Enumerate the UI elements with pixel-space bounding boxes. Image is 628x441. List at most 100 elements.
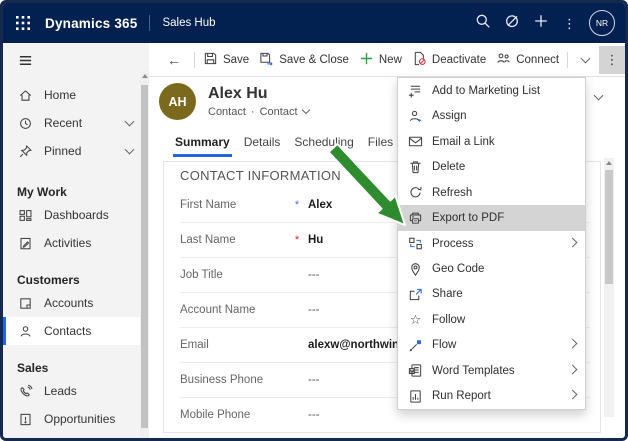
save-and-close-button[interactable]: Save & Close [254,46,354,74]
process-icon [408,236,423,251]
chevron-down-icon[interactable] [125,145,135,155]
ellipsis-vertical-icon: ⋮ [563,17,576,30]
menu-item-export-to-pdf[interactable]: Export to PDF [398,205,585,230]
sidebar-section-sales: Sales [3,353,149,377]
menu-item-flow[interactable]: Flow [398,333,585,358]
clock-icon [18,116,33,131]
menu-item-run-report[interactable]: Run Report [398,384,585,409]
assign-icon [408,109,423,124]
command-bar: ← Save Save & Close New Deactivate [149,43,625,77]
plus-icon [533,13,549,34]
sidebar-scrollbar-thumb[interactable] [141,85,148,428]
menu-item-word-templates[interactable]: Word Templates [398,358,585,383]
sidebar-item-competitors[interactable]: Competitors [3,433,149,438]
share-icon [408,287,423,302]
app-window: Dynamics 365 Sales Hub ⋮ NR Home Recent … [0,0,628,441]
submenu-chevron-icon [568,339,578,349]
sidebar-item-home[interactable]: Home [3,81,149,109]
tab-summary[interactable]: Summary [173,131,232,157]
user-avatar[interactable]: NR [589,10,615,36]
save-icon [203,51,218,69]
tab-files[interactable]: Files [366,131,395,157]
submenu-chevron-icon [568,390,578,400]
clipboard-icon [18,236,33,251]
compass-button[interactable] [497,9,526,37]
back-button[interactable]: ← [157,46,191,74]
menu-item-delete[interactable]: Delete [398,154,585,179]
menu-item-geo-code[interactable]: Geo Code [398,256,585,281]
back-arrow-icon: ← [167,52,181,68]
appbar-more-button[interactable]: ⋮ [555,9,584,37]
delete-icon [408,160,423,175]
dashboard-icon [18,208,33,223]
chevron-down-icon [580,53,590,63]
search-icon [475,13,491,34]
waffle-icon[interactable] [15,15,31,31]
word-icon [408,363,423,378]
new-button[interactable]: New [354,46,407,74]
sidebar-item-accounts[interactable]: Accounts [3,289,149,317]
sidebar-section-my-work: My Work [3,177,149,201]
pin-icon [18,144,33,159]
submenu-chevron-icon [568,237,578,247]
geo-pin-icon [408,262,423,277]
more-commands-button[interactable]: ⋮ [599,46,625,74]
sidebar-item-leads[interactable]: Leads [3,377,149,405]
scroll-up-arrow-icon[interactable] [142,74,148,78]
person-icon [18,324,33,339]
menu-item-process[interactable]: Process [398,231,585,256]
email-link-icon [408,134,423,149]
menu-item-refresh[interactable]: Refresh [398,180,585,205]
ellipsis-vertical-icon: ⋮ [606,53,619,66]
connect-button[interactable]: Connect [491,46,564,74]
chevron-down-icon[interactable] [125,117,135,127]
connect-icon [496,51,511,69]
app-bar: Dynamics 365 Sales Hub ⋮ NR [3,3,625,43]
collapse-section-chevron-icon[interactable] [594,91,604,101]
building-icon [18,296,33,311]
recommended-asterisk: * [286,199,308,211]
sidebar-item-dashboards[interactable]: Dashboards [3,201,149,229]
tab-scheduling[interactable]: Scheduling [292,131,355,157]
record-avatar: AH [159,83,196,120]
form-selector[interactable]: Contact [260,106,298,118]
star-icon: ☆ [408,313,423,326]
chevron-down-icon[interactable] [301,106,309,114]
sidebar-scrollbar[interactable] [140,71,149,438]
collapse-nav-button[interactable] [3,43,149,81]
report-icon [408,389,423,404]
menu-item-add-to-marketing-list[interactable]: Add to Marketing List [398,78,585,103]
search-button[interactable] [468,9,497,37]
sidebar-section-customers: Customers [3,265,149,289]
sidebar-item-recent[interactable]: Recent [3,109,149,137]
product-title: Dynamics 365 [45,16,137,31]
opportunity-icon [18,412,33,427]
overflow-menu: Add to Marketing List Assign Email a Lin… [397,77,586,410]
export-pdf-icon [408,211,423,226]
menu-item-assign[interactable]: Assign [398,103,585,128]
tab-details[interactable]: Details [242,131,283,157]
sidebar-item-pinned[interactable]: Pinned [3,137,149,165]
form-scrollbar[interactable] [604,158,614,417]
sidebar-item-contacts[interactable]: Contacts [3,317,149,345]
form-scrollbar-thumb[interactable] [605,170,613,284]
command-overflow-chevron[interactable] [571,46,599,74]
sidebar-item-opportunities[interactable]: Opportunities [3,405,149,433]
sidebar-item-activities[interactable]: Activities [3,229,149,257]
scroll-up-arrow-icon[interactable] [606,161,612,165]
deactivate-icon [412,51,427,69]
menu-item-email-a-link[interactable]: Email a Link [398,129,585,154]
compass-icon [504,13,520,34]
save-close-icon [259,51,274,69]
submenu-chevron-icon [568,364,578,374]
quick-create-button[interactable] [526,9,555,37]
appbar-divider [149,15,150,31]
record-title: Alex Hu [208,85,309,103]
app-name[interactable]: Sales Hub [162,17,215,29]
menu-item-share[interactable]: Share [398,282,585,307]
menu-item-follow[interactable]: ☆ Follow [398,307,585,332]
deactivate-button[interactable]: Deactivate [407,46,491,74]
save-button[interactable]: Save [198,46,254,74]
refresh-icon [408,185,423,200]
hamburger-icon [18,53,33,71]
